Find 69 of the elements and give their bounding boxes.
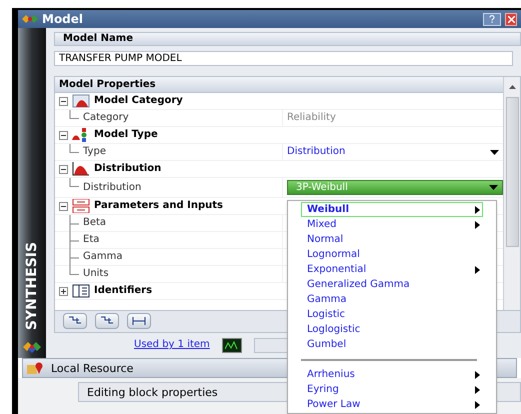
menu-item[interactable]: Exponential — [301, 262, 483, 277]
property-label: Beta — [83, 218, 106, 228]
tree-line — [69, 178, 79, 188]
menu-item[interactable]: Gamma — [301, 292, 483, 307]
logo-icon — [23, 340, 41, 354]
split-icon — [132, 316, 146, 326]
type-dropdown[interactable]: Distribution — [287, 147, 503, 158]
submenu-arrow-icon — [475, 266, 480, 274]
close-button[interactable] — [505, 12, 517, 26]
property-label: Distribution — [83, 182, 142, 193]
number-table-icon — [72, 199, 90, 214]
sidebar-brand-text: SYNTHESIS — [25, 242, 39, 330]
group-label: Model Category — [94, 96, 183, 106]
window-title: Model — [42, 13, 84, 25]
property-label: Eta — [83, 235, 100, 246]
property-label: Category — [83, 113, 129, 124]
menu-item[interactable]: Logistic — [301, 307, 483, 322]
distribution-curve-icon — [72, 162, 90, 176]
menu-item[interactable]: Eyring — [301, 382, 483, 397]
collapse-icon[interactable] — [59, 96, 68, 106]
group-label: Distribution — [94, 164, 162, 174]
collapse-icon[interactable] — [59, 164, 68, 174]
group-label: Parameters and Inputs — [94, 201, 223, 212]
property-label: Gamma — [83, 252, 122, 262]
caret-icon — [489, 185, 498, 190]
status-text: Editing block properties — [87, 386, 218, 398]
help-button[interactable] — [483, 12, 501, 26]
expand-all-icon — [68, 316, 82, 326]
chart-icon — [224, 340, 239, 350]
chart-button[interactable] — [222, 338, 242, 353]
menu-item[interactable]: Lognormal — [301, 247, 483, 262]
expand-all-button[interactable] — [63, 313, 87, 330]
group-label: Model Type — [94, 130, 158, 140]
tree-line — [69, 144, 79, 154]
property-label: Units — [83, 269, 109, 280]
property-label: Type — [83, 147, 106, 158]
collapse-icon[interactable] — [59, 202, 68, 211]
chart-window-icon — [72, 94, 90, 108]
used-by-link[interactable]: Used by 1 item — [134, 340, 210, 350]
sort-button[interactable] — [95, 313, 119, 330]
local-resource-label: Local Resource — [51, 362, 134, 374]
group-label: Identifiers — [94, 286, 152, 296]
close-icon — [508, 16, 514, 22]
map-pin-icon — [27, 362, 43, 374]
section-header: Model Properties — [55, 77, 503, 94]
app-logo-icon — [22, 14, 38, 24]
menu-item[interactable]: Loglogistic — [301, 322, 483, 337]
value-text: Reliability — [287, 113, 336, 124]
menu-item[interactable]: Gumbel — [301, 337, 483, 352]
tree-line — [69, 110, 79, 120]
menu-item[interactable]: Generalized Gamma — [301, 277, 483, 292]
scroll-up-icon[interactable] — [508, 85, 516, 90]
scrollbar[interactable] — [503, 77, 520, 310]
menu-item[interactable]: Power Law — [301, 397, 483, 412]
scroll-thumb[interactable] — [506, 97, 518, 248]
menu-item[interactable]: Mixed — [301, 217, 483, 232]
collapse-icon[interactable] — [59, 130, 68, 140]
question-icon — [489, 15, 495, 23]
menu-item[interactable]: Weibull — [301, 202, 483, 217]
tree-line — [69, 214, 79, 232]
menu-item[interactable]: Normal — [301, 232, 483, 247]
id-card-icon — [72, 284, 90, 298]
section-header: Model Name — [54, 32, 521, 46]
sort-icon — [100, 316, 114, 326]
tree-line — [69, 232, 79, 249]
caret-icon — [490, 150, 499, 155]
split-button[interactable] — [127, 313, 151, 330]
expand-icon[interactable] — [59, 286, 68, 296]
model-name-field[interactable]: TRANSFER PUMP MODEL — [54, 50, 513, 66]
